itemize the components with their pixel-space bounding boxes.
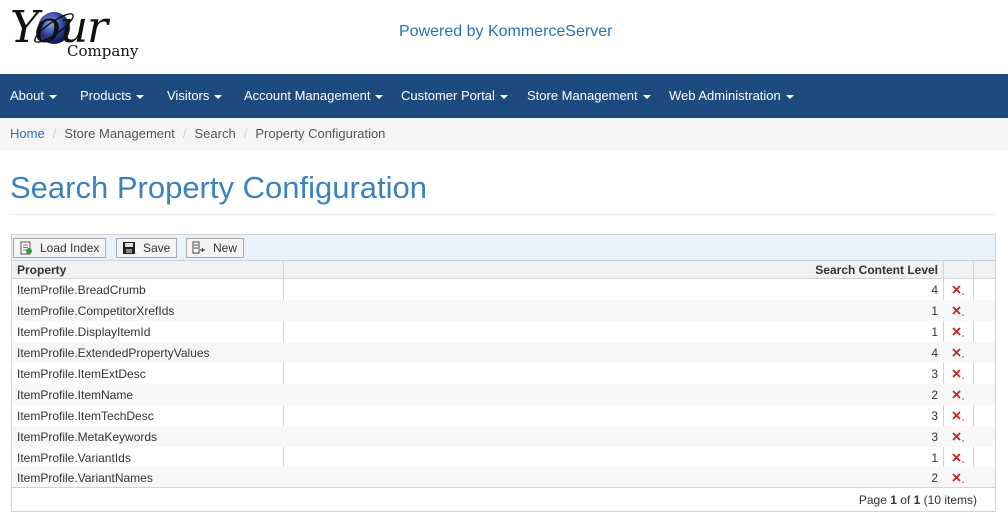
cell-level: 4 — [931, 283, 938, 297]
load-index-label: Load Index — [40, 241, 100, 255]
cell-property: ItemProfile.VariantIds — [17, 451, 131, 465]
caret-down-icon — [136, 94, 145, 99]
cell-property: ItemProfile.VariantNames — [17, 471, 153, 485]
cell-property: ItemProfile.DisplayItemId — [17, 325, 151, 339]
nav-web-administration-label: Web Administration — [669, 88, 781, 103]
breadcrumb-search[interactable]: Search — [195, 126, 236, 141]
title-divider — [10, 214, 995, 215]
delete-icon[interactable] — [951, 389, 965, 401]
breadcrumb-separator: / — [52, 126, 57, 141]
powered-by-text: Powered by KommerceServer — [399, 23, 613, 40]
nav-customer-portal-label: Customer Portal — [401, 88, 495, 103]
cell-level: 3 — [931, 367, 938, 381]
cell-level: 4 — [931, 346, 938, 360]
pager-item-count: (10 items) — [923, 493, 977, 507]
pager-total-pages: 1 — [913, 493, 921, 507]
nav-store-management-label: Store Management — [527, 88, 638, 103]
grid-pager: Page 1 of 1 (10 items) — [12, 487, 995, 512]
table-row[interactable]: ItemProfile.MetaKeywords 3 — [12, 426, 995, 447]
load-index-button[interactable]: Load Index — [13, 238, 107, 258]
cell-level: 3 — [931, 409, 938, 423]
new-button[interactable]: New — [186, 238, 245, 258]
cell-property: ItemProfile.ItemExtDesc — [17, 367, 146, 381]
table-row[interactable]: ItemProfile.CompetitorXrefIds 1 — [12, 300, 995, 321]
delete-icon[interactable] — [951, 410, 965, 422]
breadcrumb-separator: / — [182, 126, 187, 141]
delete-icon[interactable] — [951, 472, 965, 484]
breadcrumb: Home / Store Management / Search / Property Co… — [0, 118, 1008, 150]
delete-icon[interactable] — [951, 347, 965, 359]
caret-down-icon — [499, 94, 508, 99]
save-label: Save — [143, 241, 171, 255]
nav-web-administration[interactable]: Web Administration — [669, 74, 794, 118]
column-header-property[interactable]: Property — [17, 263, 66, 277]
caret-down-icon — [785, 94, 794, 99]
property-grid: Load Index Save New Property Search Cont… — [11, 234, 996, 512]
column-header-search-content-level[interactable]: Search Content Level — [815, 263, 938, 277]
nav-about-label: About — [10, 88, 44, 103]
caret-down-icon — [48, 94, 57, 99]
cell-level: 1 — [931, 325, 938, 339]
table-row[interactable]: ItemProfile.VariantNames 2 — [12, 467, 995, 487]
delete-icon[interactable] — [951, 284, 965, 296]
nav-about[interactable]: About — [10, 74, 57, 118]
new-row-icon — [192, 241, 205, 254]
table-row[interactable]: ItemProfile.ItemTechDesc 3 — [12, 405, 995, 426]
cell-level: 2 — [931, 471, 938, 485]
breadcrumb-separator: / — [243, 126, 248, 141]
nav-store-management[interactable]: Store Management — [527, 74, 651, 118]
caret-down-icon — [642, 94, 651, 99]
nav-visitors-label: Visitors — [167, 88, 210, 103]
nav-account-management[interactable]: Account Management — [244, 74, 384, 118]
pager-summary: Page 1 of 1 (10 items) — [859, 493, 977, 507]
nav-account-management-label: Account Management — [244, 88, 371, 103]
table-row[interactable]: ItemProfile.BreadCrumb 4 — [12, 279, 995, 300]
breadcrumb-current: Property Configuration — [255, 126, 386, 141]
table-row[interactable]: ItemProfile.VariantIds 1 — [12, 447, 995, 468]
logo-company-text: Company — [67, 42, 139, 60]
cell-property: ItemProfile.CompetitorXrefIds — [17, 304, 175, 318]
nav-products[interactable]: Products — [80, 74, 145, 118]
nav-products-label: Products — [80, 88, 132, 103]
delete-icon[interactable] — [951, 305, 965, 317]
delete-icon[interactable] — [951, 326, 965, 338]
cell-property: ItemProfile.ItemTechDesc — [17, 409, 154, 423]
table-row[interactable]: ItemProfile.DisplayItemId 1 — [12, 321, 995, 342]
site-header: Your Company Powered by KommerceServer — [0, 0, 1008, 74]
table-row[interactable]: ItemProfile.ItemName 2 — [12, 384, 995, 405]
table-row[interactable]: ItemProfile.ItemExtDesc 3 — [12, 363, 995, 384]
cell-level: 1 — [931, 451, 938, 465]
page-title: Search Property Configuration — [10, 170, 428, 205]
caret-down-icon — [375, 94, 384, 99]
table-header: Property Search Content Level — [12, 261, 995, 279]
pager-of: of — [900, 493, 911, 507]
table-row[interactable]: ItemProfile.ExtendedPropertyValues 4 — [12, 342, 995, 363]
breadcrumb-home[interactable]: Home — [10, 126, 45, 141]
company-logo[interactable]: Your Company — [10, 2, 150, 66]
save-disk-icon — [123, 242, 135, 254]
cell-property: ItemProfile.BreadCrumb — [17, 283, 146, 297]
cell-property: ItemProfile.ExtendedPropertyValues — [17, 346, 210, 360]
nav-visitors[interactable]: Visitors — [167, 74, 223, 118]
load-index-icon — [20, 241, 32, 255]
breadcrumb-store-management[interactable]: Store Management — [64, 126, 175, 141]
cell-property: ItemProfile.MetaKeywords — [17, 430, 158, 444]
pager-current-page: 1 — [890, 493, 897, 507]
delete-icon[interactable] — [951, 431, 965, 443]
cell-level: 2 — [931, 388, 938, 402]
cell-property: ItemProfile.ItemName — [17, 388, 134, 402]
pager-prefix: Page — [858, 493, 887, 507]
grid-toolbar: Load Index Save New — [12, 235, 995, 261]
cell-level: 3 — [931, 430, 938, 444]
main-navbar: About Products Visitors Account Manageme… — [0, 74, 1008, 118]
cell-level: 1 — [931, 304, 938, 318]
delete-icon[interactable] — [951, 368, 965, 380]
caret-down-icon — [214, 94, 223, 99]
new-label: New — [213, 241, 238, 255]
save-button[interactable]: Save — [116, 238, 178, 258]
delete-icon[interactable] — [951, 452, 965, 464]
nav-customer-portal[interactable]: Customer Portal — [401, 74, 508, 118]
